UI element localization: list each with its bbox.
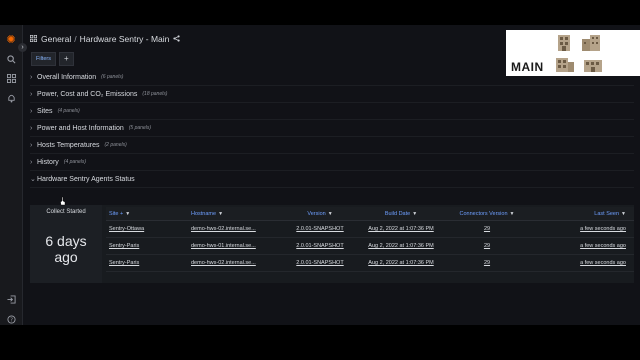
column-header-last-seen[interactable]: Last Seen ▼	[528, 207, 634, 221]
chevron-right-icon: ›	[30, 107, 33, 115]
alerting-bell-icon[interactable]	[5, 92, 17, 104]
row-panel-count: (2 panels)	[104, 142, 127, 148]
agents-status-panel: Collect Started 6 days ago Site + ▼ Hostn…	[30, 205, 634, 283]
stat-title: Collect Started	[46, 209, 86, 215]
sidebar-expand-icon[interactable]: ›	[18, 43, 27, 52]
filter-funnel-icon[interactable]: ▼	[125, 211, 130, 217]
row-title: History	[37, 158, 59, 166]
table-row: Sentry-Paris demo-hws-01.internal.se... …	[106, 237, 634, 255]
search-icon[interactable]	[5, 53, 17, 65]
dashboards-icon[interactable]	[5, 72, 17, 84]
filter-funnel-icon[interactable]: ▼	[328, 211, 333, 217]
row-power-host-information[interactable]: › Power and Host Information (5 panels)	[30, 120, 634, 137]
chevron-right-icon: ›	[30, 158, 33, 166]
cell-connectors-version[interactable]: 29	[446, 254, 528, 272]
dashboard-grid-icon	[30, 34, 37, 44]
stat-value-line1: 6 days	[45, 233, 87, 249]
table-row: Sentry-Ottawa demo-hws-02.internal.se...…	[106, 220, 634, 238]
cell-hostname[interactable]: demo-hws-02.internal.se...	[188, 254, 284, 272]
collect-started-stat[interactable]: Collect Started 6 days ago	[30, 205, 102, 283]
sign-in-icon[interactable]	[5, 293, 17, 305]
row-title: Hardware Sentry Agents Status	[37, 175, 135, 183]
cell-build-date[interactable]: Aug 2, 2022 at 1:07:36 PM	[356, 220, 446, 238]
add-filter-button[interactable]: +	[58, 52, 74, 66]
cell-last-seen[interactable]: a few seconds ago	[528, 237, 634, 255]
row-power-cost-emissions[interactable]: › Power, Cost and CO₂ Emissions (18 pane…	[30, 86, 634, 103]
row-title: Power, Cost and CO₂ Emissions	[37, 90, 138, 98]
building-icon	[582, 35, 600, 51]
cell-site[interactable]: Sentry-Ottawa	[106, 220, 188, 238]
stat-value: 6 days ago	[30, 233, 102, 265]
dashboard-title[interactable]: Hardware Sentry - Main	[80, 34, 170, 44]
filters-bar: Filters +	[31, 52, 74, 66]
column-header-connectors-version[interactable]: Connectors Version ▼	[446, 207, 528, 221]
row-panel-count: (4 panels)	[63, 159, 87, 165]
cell-connectors-version[interactable]: 29	[446, 237, 528, 255]
table-header-row: Site + ▼ Hostname ▼ Version ▼ Build Date ▼ C…	[106, 207, 634, 221]
chevron-down-icon: ⌄	[30, 176, 36, 183]
stat-value-line2: ago	[54, 249, 78, 265]
chevron-right-icon: ›	[30, 73, 33, 81]
cell-hostname[interactable]: demo-hws-01.internal.se...	[188, 237, 284, 255]
row-agents-status[interactable]: ⌄ Hardware Sentry Agents Status	[30, 171, 634, 188]
cell-version[interactable]: 2.0.01-SNAPSHOT	[284, 220, 356, 238]
cell-connectors-version[interactable]: 29	[446, 220, 528, 238]
row-panel-count: (4 panels)	[57, 108, 80, 114]
svg-text:?: ?	[10, 317, 13, 323]
row-title: Overall Information	[37, 73, 97, 81]
cell-version[interactable]: 2.0.01-SNAPSHOT	[284, 254, 356, 272]
row-title: Sites	[37, 107, 53, 115]
breadcrumb: General / Hardware Sentry - Main	[30, 32, 181, 46]
help-icon[interactable]: ?	[5, 313, 17, 325]
row-panel-count: (18 panels)	[142, 91, 168, 97]
agents-table: Site + ▼ Hostname ▼ Version ▼ Build Date ▼ C…	[106, 207, 634, 272]
breadcrumb-folder[interactable]: General	[41, 34, 71, 44]
column-header-build-date[interactable]: Build Date ▼	[356, 207, 446, 221]
chevron-right-icon: ›	[30, 141, 33, 149]
row-history[interactable]: › History (4 panels)	[30, 154, 634, 171]
filter-funnel-icon[interactable]: ▼	[412, 211, 417, 217]
grafana-logo-icon[interactable]: ✺	[5, 33, 17, 46]
building-icon	[584, 60, 602, 72]
row-panel-count: (5 panels)	[128, 125, 151, 131]
cell-build-date[interactable]: Aug 2, 2022 at 1:07:36 PM	[356, 237, 446, 255]
mouse-pointer-icon	[60, 196, 66, 206]
cell-build-date[interactable]: Aug 2, 2022 at 1:07:36 PM	[356, 254, 446, 272]
dashboard-rows: › Overall Information (6 panels) › Power…	[30, 69, 634, 188]
share-icon[interactable]	[173, 34, 181, 44]
column-header-hostname[interactable]: Hostname ▼	[188, 207, 284, 221]
sidebar: ✺ › ?	[0, 25, 27, 325]
row-title: Power and Host Information	[37, 124, 124, 132]
overlay-label: MAIN	[511, 60, 544, 74]
column-header-version[interactable]: Version ▼	[284, 207, 356, 221]
row-panel-count: (6 panels)	[101, 74, 124, 80]
cell-site[interactable]: Sentry-Paris	[106, 237, 188, 255]
chevron-right-icon: ›	[30, 90, 33, 98]
column-header-site[interactable]: Site + ▼	[106, 207, 188, 221]
main-logo-overlay: MAIN	[506, 30, 640, 76]
cell-hostname[interactable]: demo-hws-02.internal.se...	[188, 220, 284, 238]
row-sites[interactable]: › Sites (4 panels)	[30, 103, 634, 120]
filter-funnel-icon[interactable]: ▼	[621, 211, 626, 217]
filter-funnel-icon[interactable]: ▼	[510, 211, 515, 217]
building-icon	[556, 58, 574, 72]
breadcrumb-separator: /	[74, 34, 77, 44]
filter-funnel-icon[interactable]: ▼	[218, 211, 223, 217]
cell-version[interactable]: 2.0.01-SNAPSHOT	[284, 237, 356, 255]
filters-button[interactable]: Filters	[31, 52, 56, 66]
building-icon	[558, 35, 570, 51]
cell-site[interactable]: Sentry-Paris	[106, 254, 188, 272]
row-title: Hosts Temperatures	[37, 141, 100, 149]
row-hosts-temperatures[interactable]: › Hosts Temperatures (2 panels)	[30, 137, 634, 154]
chevron-right-icon: ›	[30, 124, 33, 132]
cell-last-seen[interactable]: a few seconds ago	[528, 220, 634, 238]
table-row: Sentry-Paris demo-hws-02.internal.se... …	[106, 254, 634, 272]
cell-last-seen[interactable]: a few seconds ago	[528, 254, 634, 272]
